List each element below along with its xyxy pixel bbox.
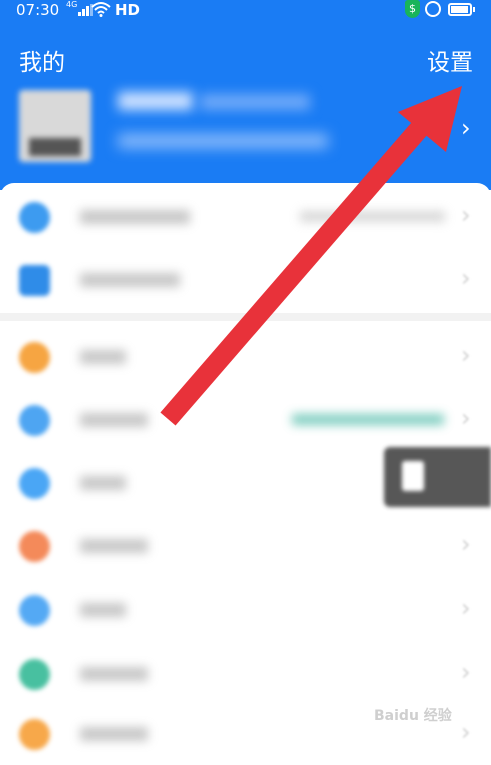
red-arrow-annotation [160, 86, 462, 426]
watermark-text: Baidu 经验 [374, 708, 452, 724]
watermark: Baidu 经验 [372, 701, 472, 727]
